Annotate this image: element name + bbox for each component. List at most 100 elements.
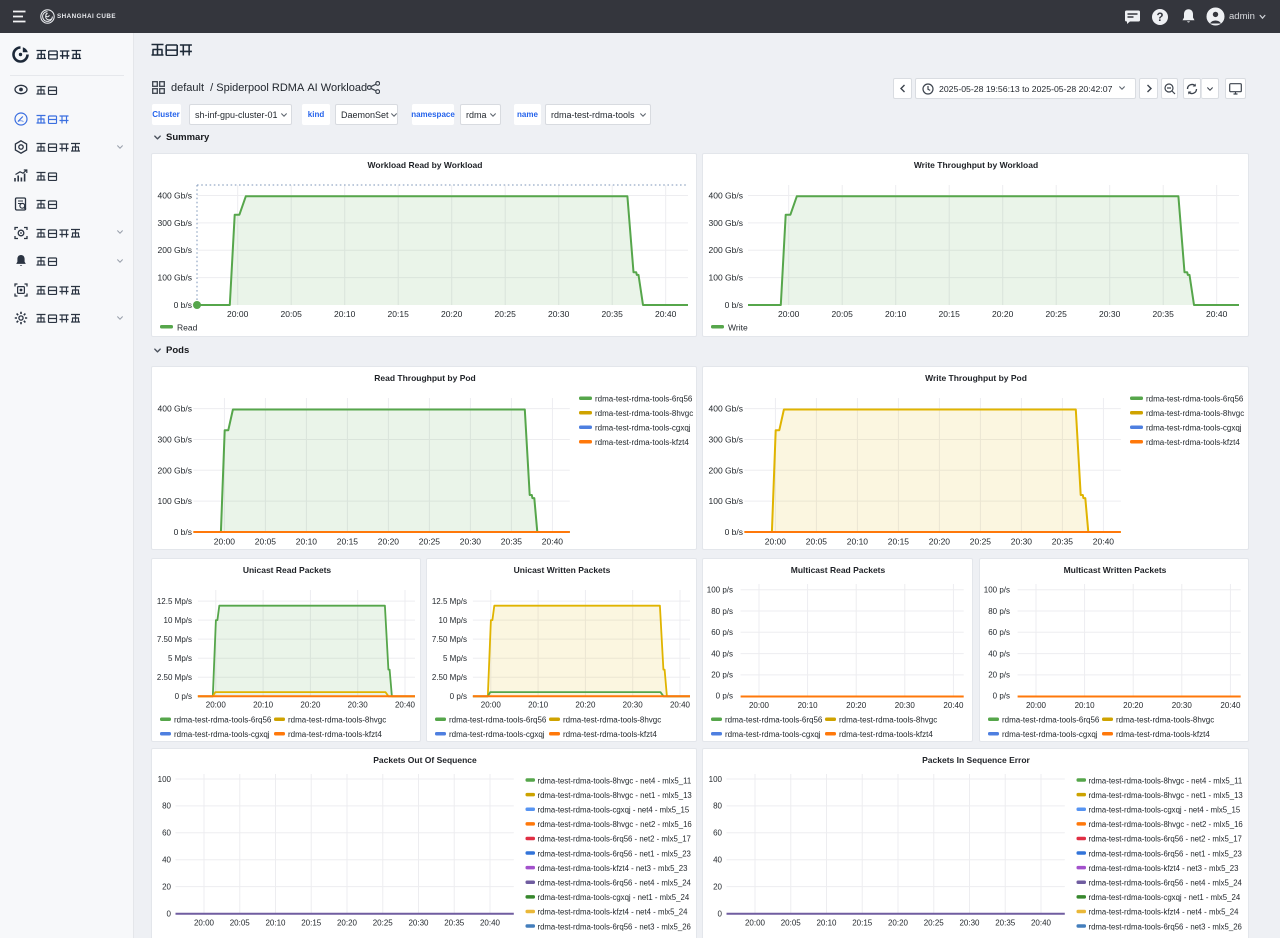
svg-text:rdma-test-rdma-tools-cgxqj: rdma-test-rdma-tools-cgxqj	[1146, 424, 1242, 433]
svg-text:20:25: 20:25	[924, 918, 945, 927]
svg-text:400 Gb/s: 400 Gb/s	[709, 190, 744, 200]
svg-text:200 Gb/s: 200 Gb/s	[158, 245, 193, 255]
svg-text:20:05: 20:05	[230, 918, 251, 927]
svg-text:20:05: 20:05	[832, 309, 854, 319]
svg-text:40 p/s: 40 p/s	[988, 649, 1010, 658]
svg-text:300 Gb/s: 300 Gb/s	[709, 218, 744, 228]
svg-text:40 p/s: 40 p/s	[711, 649, 733, 658]
svg-text:10 Mp/s: 10 Mp/s	[439, 616, 467, 625]
svg-text:40: 40	[713, 856, 722, 865]
svg-text:20:10: 20:10	[528, 701, 549, 710]
svg-text:60: 60	[713, 829, 722, 838]
svg-text:20:15: 20:15	[852, 918, 873, 927]
svg-text:rdma-test-rdma-tools-cgxqj - n: rdma-test-rdma-tools-cgxqj - net1 - mlx5…	[1089, 893, 1241, 902]
svg-text:40: 40	[162, 856, 171, 865]
svg-text:0: 0	[718, 909, 723, 918]
svg-text:20:00: 20:00	[214, 537, 236, 547]
svg-text:rdma-test-rdma-tools-6rq56 - n: rdma-test-rdma-tools-6rq56 - net4 - mlx5…	[538, 879, 692, 888]
svg-text:5 Mp/s: 5 Mp/s	[168, 654, 192, 663]
svg-text:0 p/s: 0 p/s	[450, 692, 467, 701]
svg-text:rdma-test-rdma-tools-kfzt4 - n: rdma-test-rdma-tools-kfzt4 - net4 - mlx5…	[538, 908, 689, 917]
svg-text:100 p/s: 100 p/s	[984, 586, 1010, 595]
svg-text:rdma-test-rdma-tools-8hvgc: rdma-test-rdma-tools-8hvgc	[839, 716, 937, 725]
svg-text:20:25: 20:25	[419, 537, 441, 547]
svg-text:rdma-test-rdma-tools-kfzt4 - n: rdma-test-rdma-tools-kfzt4 - net3 - mlx5…	[538, 864, 688, 873]
svg-text:60 p/s: 60 p/s	[988, 628, 1010, 637]
svg-text:20:30: 20:30	[1011, 537, 1033, 547]
svg-text:20:00: 20:00	[194, 918, 215, 927]
svg-text:Read Throughput by Pod: Read Throughput by Pod	[374, 373, 476, 383]
svg-text:20:20: 20:20	[337, 918, 358, 927]
svg-text:20:40: 20:40	[480, 918, 501, 927]
svg-text:rdma-test-rdma-tools-kfzt4: rdma-test-rdma-tools-kfzt4	[595, 438, 689, 447]
svg-text:100 Gb/s: 100 Gb/s	[709, 496, 744, 506]
svg-text:20:00: 20:00	[745, 918, 766, 927]
svg-text:20:25: 20:25	[495, 309, 517, 319]
svg-text:20:25: 20:25	[373, 918, 394, 927]
svg-text:20:10: 20:10	[265, 918, 286, 927]
svg-text:0: 0	[167, 909, 172, 918]
svg-text:rdma-test-rdma-tools-8hvgc: rdma-test-rdma-tools-8hvgc	[595, 409, 693, 418]
svg-text:0 b/s: 0 b/s	[174, 300, 192, 310]
svg-text:7.50 Mp/s: 7.50 Mp/s	[157, 635, 192, 644]
svg-text:rdma-test-rdma-tools-6rq56 - n: rdma-test-rdma-tools-6rq56 - net1 - mlx5…	[538, 849, 691, 858]
svg-text:20 p/s: 20 p/s	[988, 671, 1010, 680]
svg-text:20:40: 20:40	[1031, 918, 1052, 927]
svg-text:rdma-test-rdma-tools-cgxqj - n: rdma-test-rdma-tools-cgxqj - net1 - mlx5…	[538, 893, 690, 902]
svg-text:?: ?	[1156, 12, 1163, 24]
svg-text:20:15: 20:15	[337, 537, 359, 547]
svg-text:20:00: 20:00	[481, 701, 502, 710]
svg-text:20:30: 20:30	[460, 537, 482, 547]
svg-text:rdma-test-rdma-tools-6rq56: rdma-test-rdma-tools-6rq56	[725, 716, 823, 725]
svg-text:Write Throughput by Pod: Write Throughput by Pod	[925, 373, 1027, 383]
svg-text:20:30: 20:30	[408, 918, 429, 927]
svg-text:80 p/s: 80 p/s	[988, 607, 1010, 616]
svg-text:300 Gb/s: 300 Gb/s	[709, 434, 744, 444]
svg-text:60: 60	[162, 829, 171, 838]
svg-text:Multicast Written Packets: Multicast Written Packets	[1064, 565, 1167, 575]
svg-text:20:40: 20:40	[943, 701, 964, 710]
svg-text:rdma-test-rdma-tools-cgxqj - n: rdma-test-rdma-tools-cgxqj - net4 - mlx5…	[1089, 806, 1241, 815]
svg-text:20:30: 20:30	[548, 309, 570, 319]
svg-text:rdma-test-rdma-tools-8hvgc - n: rdma-test-rdma-tools-8hvgc - net2 - mlx5…	[1089, 820, 1243, 829]
svg-text:Write Throughput by Workload: Write Throughput by Workload	[914, 160, 1038, 170]
svg-text:20:30: 20:30	[348, 701, 369, 710]
svg-text:300 Gb/s: 300 Gb/s	[158, 434, 193, 444]
svg-text:20:20: 20:20	[929, 537, 951, 547]
svg-text:20:20: 20:20	[300, 701, 321, 710]
svg-text:rdma-test-rdma-tools-kfzt4 - n: rdma-test-rdma-tools-kfzt4 - net3 - mlx5…	[1089, 864, 1239, 873]
svg-text:20:35: 20:35	[602, 309, 624, 319]
svg-text:10 Mp/s: 10 Mp/s	[164, 616, 192, 625]
svg-text:20:20: 20:20	[888, 918, 909, 927]
svg-text:Packets In Sequence Error: Packets In Sequence Error	[922, 755, 1030, 765]
svg-text:5 Mp/s: 5 Mp/s	[443, 654, 467, 663]
svg-text:rdma-test-rdma-tools-6rq56 - n: rdma-test-rdma-tools-6rq56 - net1 - mlx5…	[1089, 849, 1242, 858]
svg-text:rdma-test-rdma-tools-8hvgc - n: rdma-test-rdma-tools-8hvgc - net1 - mlx5…	[1089, 791, 1243, 800]
svg-text:Unicast Written Packets: Unicast Written Packets	[514, 565, 611, 575]
svg-text:20:40: 20:40	[1206, 309, 1228, 319]
svg-text:20:20: 20:20	[846, 701, 867, 710]
svg-text:20:05: 20:05	[781, 918, 802, 927]
svg-text:rdma-test-rdma-tools-cgxqj: rdma-test-rdma-tools-cgxqj	[449, 730, 545, 739]
svg-text:0 p/s: 0 p/s	[993, 692, 1010, 701]
svg-text:rdma-test-rdma-tools-8hvgc: rdma-test-rdma-tools-8hvgc	[288, 716, 386, 725]
svg-text:Workload Read by Workload: Workload Read by Workload	[368, 160, 483, 170]
svg-text:rdma-test-rdma-tools-6rq56 - n: rdma-test-rdma-tools-6rq56 - net3 - mlx5…	[1089, 922, 1242, 931]
svg-text:20:15: 20:15	[939, 309, 961, 319]
svg-text:20:05: 20:05	[806, 537, 828, 547]
svg-text:20:40: 20:40	[1220, 701, 1241, 710]
svg-text:20:15: 20:15	[301, 918, 322, 927]
svg-text:rdma-test-rdma-tools-6rq56: rdma-test-rdma-tools-6rq56	[449, 716, 547, 725]
svg-text:20:10: 20:10	[1075, 701, 1096, 710]
svg-text:rdma-test-rdma-tools-8hvgc - n: rdma-test-rdma-tools-8hvgc - net2 - mlx5…	[538, 820, 692, 829]
svg-text:80: 80	[162, 802, 171, 811]
svg-text:20:00: 20:00	[227, 309, 249, 319]
svg-text:12.5 Mp/s: 12.5 Mp/s	[157, 597, 192, 606]
svg-text:rdma-test-rdma-tools-6rq56: rdma-test-rdma-tools-6rq56	[1002, 716, 1100, 725]
svg-text:20:35: 20:35	[444, 918, 465, 927]
svg-text:20:00: 20:00	[749, 701, 770, 710]
svg-text:rdma-test-rdma-tools-6rq56: rdma-test-rdma-tools-6rq56	[174, 716, 272, 725]
svg-text:0 p/s: 0 p/s	[175, 692, 192, 701]
svg-text:20:35: 20:35	[1153, 309, 1175, 319]
svg-text:Packets Out Of Sequence: Packets Out Of Sequence	[373, 755, 477, 765]
